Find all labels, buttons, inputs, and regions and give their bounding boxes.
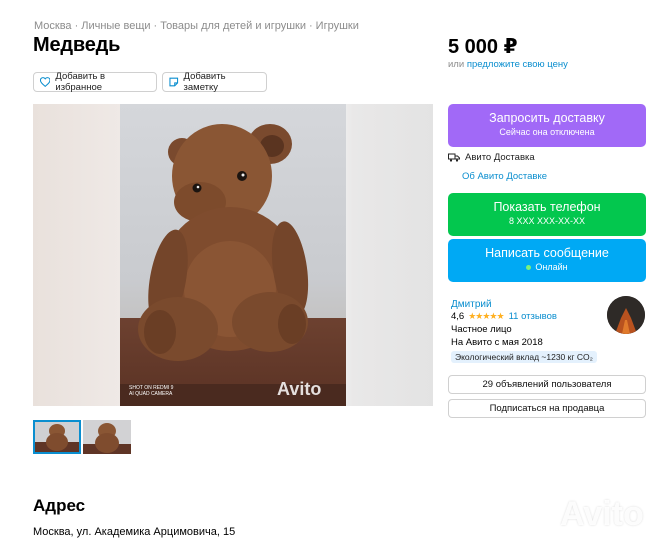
breadcrumb-separator: · (74, 20, 79, 32)
offer-price-link[interactable]: предложите свою цену (467, 59, 568, 70)
teddy-bear-image (138, 124, 309, 361)
seller-since: На Авито с мая 2018 (451, 337, 543, 348)
note-label: Добавить заметку (183, 71, 226, 93)
stamp-line: AI QUAD CAMERA (129, 391, 173, 397)
page-title: Медведь (33, 34, 121, 56)
photo-image (120, 104, 346, 406)
thumbnail-1[interactable] (33, 420, 81, 454)
request-delivery-button[interactable]: Запросить доставку Сейчас она отключена (448, 104, 646, 147)
thumbnail-2[interactable] (83, 420, 131, 454)
favorite-label: Добавить в избранное (55, 71, 106, 93)
online-status-label: Онлайн (535, 262, 568, 272)
write-message-label: Написать сообщение (485, 246, 609, 260)
note-icon (169, 77, 179, 87)
seller-name-link[interactable]: Дмитрий (451, 299, 492, 310)
star-icon: ★★★★★ (468, 311, 504, 321)
avito-watermark: Avito (277, 379, 322, 399)
address-heading: Адрес (33, 496, 86, 515)
seller-type: Частное лицо (451, 324, 512, 335)
add-note-button[interactable]: Добавить заметку (162, 71, 267, 93)
online-status: Онлайн (448, 262, 646, 272)
heart-icon (40, 77, 51, 87)
delivery-service-label: Авито Доставка (465, 152, 535, 163)
show-phone-button[interactable]: Показать телефон 8 XXX XXX-XX-XX (448, 193, 646, 236)
rating-value: 4,6 (451, 311, 465, 322)
breadcrumb-separator: · (309, 20, 313, 32)
avatar[interactable] (607, 296, 645, 334)
price: 5 000 ₽ (448, 36, 518, 58)
show-phone-label: Показать телефон (493, 200, 601, 214)
main-photo[interactable]: SHOT ON REDMI 9 AI QUAD CAMERA Avito (33, 104, 433, 406)
address-value: Москва, ул. Академика Арцимовича, 15 (33, 526, 236, 538)
add-to-favorites-button[interactable]: Добавить в избранное (33, 71, 157, 93)
truck-icon (448, 153, 460, 162)
photo-camera-stamp: SHOT ON REDMI 9 AI QUAD CAMERA (129, 385, 173, 397)
reviews-link[interactable]: 11 отзывов (509, 311, 557, 322)
online-dot-icon (526, 265, 532, 271)
thumbnail-image (35, 422, 79, 452)
write-message-button[interactable]: Написать сообщение Онлайн (448, 239, 646, 282)
seller-rating: 4,6 ★★★★★ 11 отзывов (451, 311, 557, 322)
delivery-status: Сейчас она отключена (499, 127, 595, 137)
price-offer-prefix: или (448, 59, 465, 70)
price-offer: или предложите свою цену (448, 59, 568, 70)
breadcrumb-item[interactable]: Личные вещи (81, 20, 150, 32)
breadcrumb-item[interactable]: Игрушки (316, 20, 359, 32)
avatar-image (607, 296, 645, 334)
breadcrumb-separator: · (153, 20, 158, 32)
request-delivery-label: Запросить доставку (489, 111, 605, 125)
about-delivery-link[interactable]: Об Авито Доставке (462, 171, 547, 182)
phone-number-masked: 8 XXX XXX-XX-XX (508, 216, 586, 226)
delivery-service: Авито Доставка (448, 152, 535, 163)
thumbnail-image (83, 420, 131, 454)
breadcrumb: Москва · Личные вещи · Товары для детей и иг… (34, 20, 359, 32)
seller-listings-button[interactable]: 29 объявлений пользователя (448, 375, 646, 394)
avito-page-watermark: Avito (560, 495, 644, 533)
subscribe-seller-button[interactable]: Подписаться на продавца (448, 399, 646, 418)
eco-contribution-badge[interactable]: Экологический вклад ~1230 кг CO₂ (451, 351, 597, 363)
breadcrumb-item[interactable]: Москва (34, 20, 72, 32)
breadcrumb-item[interactable]: Товары для детей и игрушки (160, 20, 306, 32)
